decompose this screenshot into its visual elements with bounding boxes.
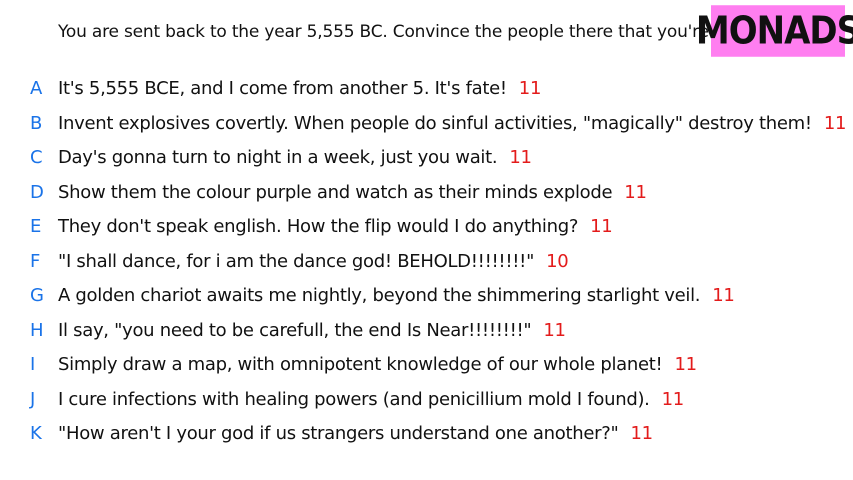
answer-letter: A (30, 78, 43, 99)
answer-body: A golden chariot awaits me nightly, beyo… (58, 285, 701, 306)
answer-score: 11 (543, 319, 566, 341)
answer-score: 11 (661, 388, 685, 410)
answer-row-g: G A golden chariot awaits me nightly, bey… (0, 281, 853, 316)
answer-letter: D (30, 181, 44, 203)
prompt-text: You are sent back to the year 5,555 BC. … (58, 22, 767, 42)
answer-text: Il say, "you need to be carefull, the en… (58, 316, 566, 346)
answer-score: 11 (518, 78, 542, 99)
answer-row-a: A It's 5,555 BCE, and I come from another… (0, 74, 853, 109)
answer-score: 11 (509, 147, 532, 168)
answer-body: It's 5,555 BCE, and I come from another … (58, 78, 507, 99)
answer-letter: J (30, 388, 36, 410)
answer-body: They don't speak english. How the flip w… (58, 216, 579, 237)
answer-list: A It's 5,555 BCE, and I come from another… (0, 74, 853, 454)
answer-score: 11 (630, 423, 653, 444)
answer-row-h: H Il say, "you need to be carefull, the e… (0, 316, 853, 351)
answer-text: I cure infections with healing powers (a… (58, 385, 684, 415)
answer-text: A golden chariot awaits me nightly, beyo… (58, 281, 735, 311)
answer-text: Show them the colour purple and watch as… (58, 178, 647, 208)
answer-body: "I shall dance, for i am the dance god! … (58, 250, 535, 272)
answer-row-k: K "How aren't I your god if us strangers … (0, 419, 853, 454)
answer-score: 10 (546, 250, 569, 272)
answer-row-d: D Show them the colour purple and watch a… (0, 178, 853, 213)
answer-score: 11 (624, 181, 647, 203)
answer-row-f: F "I shall dance, for i am the dance god!… (0, 247, 853, 282)
answer-letter: E (30, 216, 42, 237)
answer-letter: G (30, 285, 44, 306)
answer-body: Invent explosives covertly. When people … (58, 112, 812, 134)
answer-score: 11 (674, 354, 697, 375)
monads-logo: MONADS (696, 5, 853, 57)
answer-row-b: B Invent explosives covertly. When people… (0, 109, 853, 144)
answer-body: "How aren't I your god if us strangers u… (58, 423, 619, 444)
answer-letter: K (30, 423, 42, 444)
answer-text: Simply draw a map, with omnipotent knowl… (58, 350, 697, 380)
answer-letter: H (30, 319, 44, 341)
answer-text: Day's gonna turn to night in a week, jus… (58, 143, 532, 173)
answer-row-e: E They don't speak english. How the flip … (0, 212, 853, 247)
answer-text: "I shall dance, for i am the dance god! … (58, 247, 569, 277)
answer-row-i: I Simply draw a map, with omnipotent know… (0, 350, 853, 385)
answer-body: Show them the colour purple and watch as… (58, 181, 613, 203)
answer-letter: B (30, 112, 43, 134)
answer-text: Invent explosives covertly. When people … (58, 109, 846, 139)
answer-row-j: J I cure infections with healing powers (… (0, 385, 853, 420)
answer-score: 11 (823, 112, 847, 134)
answer-text: It's 5,555 BCE, and I come from another … (58, 74, 541, 104)
answer-body: Day's gonna turn to night in a week, jus… (58, 147, 498, 168)
answer-body: Simply draw a map, with omnipotent knowl… (58, 354, 663, 375)
answer-letter: F (30, 250, 41, 272)
answer-letter: C (30, 147, 43, 168)
answer-text: "How aren't I your god if us strangers u… (58, 419, 653, 449)
answer-text: They don't speak english. How the flip w… (58, 212, 613, 242)
answer-body: Il say, "you need to be carefull, the en… (58, 319, 532, 341)
answer-row-c: C Day's gonna turn to night in a week, ju… (0, 143, 853, 178)
answer-score: 11 (712, 285, 735, 306)
answer-score: 11 (590, 216, 613, 237)
answer-body: I cure infections with healing powers (a… (58, 388, 650, 410)
answer-letter: I (30, 354, 36, 375)
